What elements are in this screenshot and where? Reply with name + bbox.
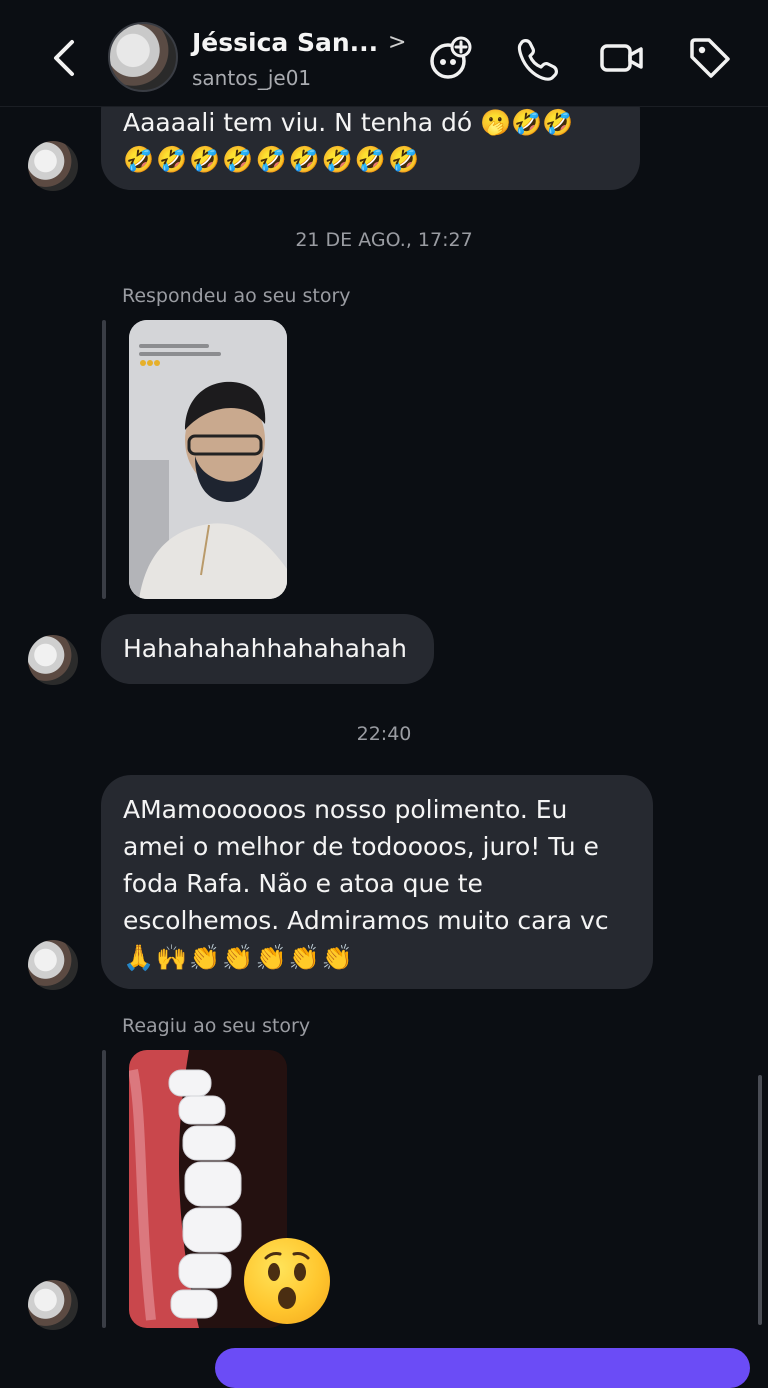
contact-avatar[interactable] [108, 22, 178, 92]
reply-indicator-bar [102, 1050, 106, 1328]
reply-indicator-bar [102, 320, 106, 599]
story-thumbnail[interactable] [129, 320, 287, 599]
message-bubble[interactable]: Hahahahahhahahahah [101, 614, 434, 684]
back-arrow-icon[interactable] [46, 36, 86, 80]
message-bubble[interactable]: AMamoooooos nosso polimento. Eu amei o m… [101, 775, 653, 989]
message-text: Hahahahahhahahahah [123, 634, 407, 663]
phone-icon[interactable] [512, 34, 560, 82]
surprised-face-icon [244, 1238, 330, 1324]
message-emoji-line: 🤣🤣🤣🤣🤣🤣🤣🤣🤣 [123, 145, 422, 174]
chat-header: Jéssica San... > santos_je01 [0, 0, 768, 107]
tag-icon[interactable] [686, 34, 734, 82]
contact-username[interactable]: santos_je01 [192, 66, 311, 90]
scrollbar[interactable] [758, 1075, 762, 1325]
sender-avatar[interactable] [28, 1280, 78, 1330]
chevron-right-icon[interactable]: > [388, 30, 406, 55]
message-text: Aaaaali tem viu. N tenha dó 🫢🤣🤣 [123, 108, 574, 137]
timestamp: 21 DE AGO., 17:27 [295, 229, 473, 251]
contact-name[interactable]: Jéssica San... [192, 28, 378, 57]
story-reaction-label: Reagiu ao seu story [122, 1015, 311, 1037]
message-text-line: AMamoooooos nosso polimento. Eu [123, 795, 568, 824]
message-text-line: foda Rafa. Não e atoa que te [123, 869, 483, 898]
message-text-line: amei o melhor de todoooos, juro! Tu e [123, 832, 599, 861]
message-emoji-line: 🙏🙌👏👏👏👏👏 [123, 943, 355, 972]
message-text-line: escolhemos. Admiramos muito cara vc [123, 906, 609, 935]
sender-avatar[interactable] [28, 141, 78, 191]
story-reply-label: Respondeu ao seu story [122, 285, 351, 307]
timestamp: 22:40 [356, 723, 412, 745]
ai-sparkle-icon[interactable] [426, 34, 474, 82]
message-composer[interactable] [215, 1348, 750, 1388]
video-camera-icon[interactable] [598, 34, 646, 82]
sender-avatar[interactable] [28, 635, 78, 685]
sender-avatar[interactable] [28, 940, 78, 990]
